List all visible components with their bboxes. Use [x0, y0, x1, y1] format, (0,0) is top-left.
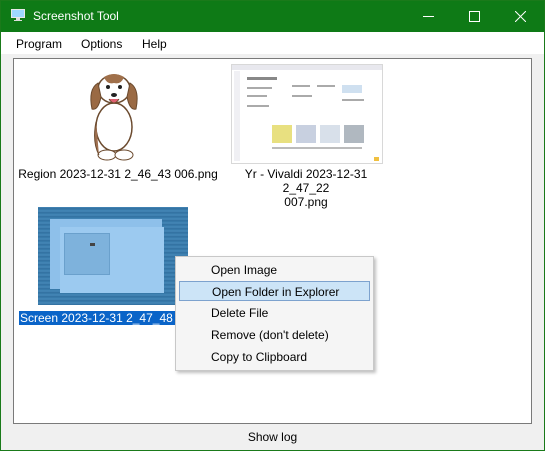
app-window: Screenshot Tool Program Options Help Reg… — [0, 0, 545, 451]
menu-item-label: Remove (don't delete) — [211, 328, 329, 342]
menu-options[interactable]: Options — [81, 37, 122, 51]
menu-copy-to-clipboard[interactable]: Copy to Clipboard — [179, 347, 370, 367]
screen-screenshot-thumbnail[interactable] — [38, 207, 188, 305]
menu-item-label: Open Folder in Explorer — [212, 285, 340, 299]
maximize-button[interactable] — [452, 1, 498, 32]
maximize-icon — [469, 11, 480, 22]
browser-screenshot-thumbnail[interactable] — [231, 64, 383, 164]
menu-bar: Program Options Help — [1, 32, 544, 54]
menu-item-label: Delete File — [211, 306, 269, 320]
menu-item-label: Open Image — [211, 263, 278, 277]
dog-image-thumbnail[interactable] — [74, 67, 154, 162]
menu-help[interactable]: Help — [142, 37, 167, 51]
close-icon — [515, 11, 526, 22]
menu-remove[interactable]: Remove (don't delete) — [179, 325, 370, 345]
title-bar[interactable]: Screenshot Tool — [1, 1, 544, 32]
thumbnail-caption[interactable]: Yr - Vivaldi 2023-12-31 2_47_22 007.png — [221, 167, 391, 209]
minimize-icon — [423, 16, 434, 17]
thumbnail-caption[interactable]: Region 2023-12-31 2_46_43 006.png — [18, 167, 218, 181]
show-log-button[interactable]: Show log — [1, 427, 544, 447]
window-title: Screenshot Tool — [33, 9, 119, 23]
context-menu: Open Image Open Folder in Explorer Delet… — [175, 256, 374, 371]
caption-line: Yr - Vivaldi 2023-12-31 2_47_22 — [244, 167, 368, 195]
caption-line: 007.png — [284, 195, 328, 209]
menu-item-label: Copy to Clipboard — [211, 350, 308, 364]
thumbnail-caption-selected[interactable]: Screen 2023-12-31 2_47_48 00 — [19, 311, 191, 325]
menu-delete-file[interactable]: Delete File — [179, 303, 370, 323]
minimize-button[interactable] — [406, 1, 452, 32]
close-button[interactable] — [498, 1, 544, 32]
menu-program[interactable]: Program — [16, 37, 62, 51]
monitor-icon — [11, 9, 25, 21]
menu-open-folder-in-explorer[interactable]: Open Folder in Explorer — [179, 281, 370, 301]
menu-open-image[interactable]: Open Image — [179, 260, 370, 280]
